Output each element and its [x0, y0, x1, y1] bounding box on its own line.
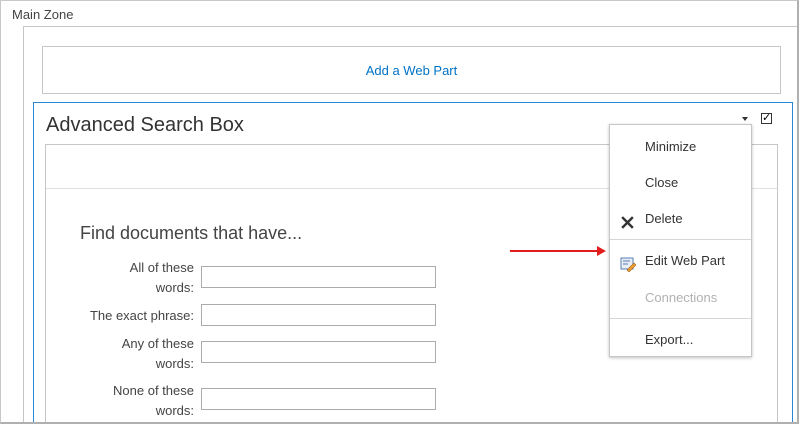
webpart-menu-dropdown-icon[interactable]: [742, 117, 748, 121]
webpart-context-menu: Minimize Close Delete Edit Web Part Conn…: [609, 124, 752, 357]
menu-item-close[interactable]: Close: [610, 168, 751, 198]
annotation-arrow: [510, 250, 600, 252]
webpart-select-checkbox[interactable]: ✓: [761, 113, 772, 124]
none-words-label: None of these words:: [113, 383, 194, 418]
screenshot-frame: Main Zone Add a Web Part Advanced Search…: [0, 0, 799, 424]
edit-webpart-icon: [620, 253, 637, 273]
all-words-input[interactable]: [201, 266, 436, 288]
menu-item-delete[interactable]: Delete: [610, 204, 751, 234]
annotation-arrow-head: [597, 246, 606, 256]
exact-phrase-input[interactable]: [201, 304, 436, 326]
any-words-label: Any of these words:: [121, 336, 194, 371]
menu-item-connections: Connections: [645, 290, 718, 305]
menu-item-edit-web-part[interactable]: Edit Web Part: [610, 246, 751, 276]
any-words-input[interactable]: [201, 341, 436, 363]
none-words-input[interactable]: [201, 388, 436, 410]
menu-item-export[interactable]: Export...: [610, 325, 751, 355]
search-heading: Find documents that have...: [80, 223, 303, 243]
all-words-label: All of these words:: [129, 260, 194, 295]
menu-divider: [610, 318, 751, 319]
zone-title: Main Zone: [12, 7, 74, 22]
add-web-part-button[interactable]: Add a Web Part: [42, 46, 781, 94]
webpart-title: Advanced Search Box: [46, 114, 244, 136]
delete-x-icon: [620, 211, 636, 229]
menu-item-minimize[interactable]: Minimize: [610, 132, 751, 162]
exact-phrase-label: The exact phrase:: [89, 308, 194, 323]
menu-divider: [610, 239, 751, 240]
